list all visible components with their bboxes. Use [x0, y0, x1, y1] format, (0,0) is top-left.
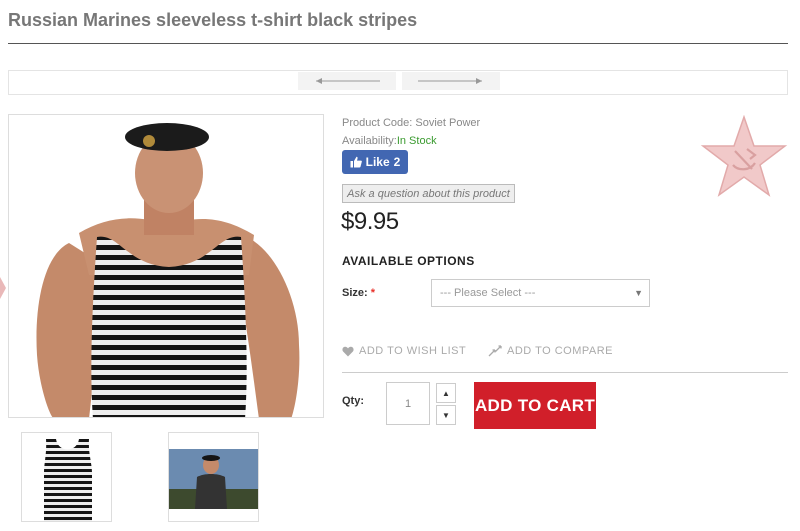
quantity-input[interactable]: [386, 382, 430, 425]
qty-decrease-button[interactable]: ▼: [436, 405, 456, 425]
title-divider: [8, 43, 788, 44]
tank-top-image: [44, 439, 92, 521]
thumbnail-tank-top[interactable]: [21, 432, 112, 522]
like-count: 2: [393, 155, 401, 169]
thumbnail-photo[interactable]: [168, 432, 259, 522]
qty-label: Qty:: [342, 395, 364, 407]
arrow-left-icon: [316, 78, 380, 84]
compare-label: ADD TO COMPARE: [507, 345, 614, 357]
soldier-photo-image: [169, 449, 258, 509]
options-heading: AVAILABLE OPTIONS: [342, 254, 475, 268]
actions-divider: [342, 372, 788, 373]
image-pager-bar: [8, 70, 788, 95]
product-photo: [9, 115, 323, 417]
availability: Availability:In Stock: [342, 135, 437, 147]
ask-question-button[interactable]: Ask a question about this product: [342, 184, 515, 203]
add-to-cart-button[interactable]: ADD TO CART: [474, 382, 596, 429]
heart-icon: [342, 346, 354, 356]
add-to-compare-link[interactable]: ADD TO COMPARE: [488, 345, 613, 357]
page-title: Russian Marines sleeveless t-shirt black…: [8, 10, 418, 30]
product-price: $9.95: [341, 208, 399, 235]
pager-next-button[interactable]: [402, 72, 500, 90]
size-select-value: --- Please Select ---: [440, 287, 536, 299]
wishlist-label: ADD TO WISH LIST: [359, 345, 467, 357]
product-code: Product Code: Soviet Power: [342, 117, 480, 129]
availability-value: In Stock: [396, 135, 437, 147]
qty-increase-button[interactable]: ▲: [436, 383, 456, 403]
caret-down-icon: ▼: [442, 410, 450, 420]
size-label-text: Size:: [342, 287, 368, 299]
caret-down-icon: ▼: [634, 288, 643, 298]
facebook-like-button[interactable]: Like 2: [342, 150, 408, 174]
add-to-wishlist-link[interactable]: ADD TO WISH LIST: [342, 345, 466, 357]
product-code-label: Product Code:: [342, 117, 413, 129]
pager-prev-button[interactable]: [298, 72, 396, 90]
product-code-value: Soviet Power: [415, 117, 481, 129]
like-label: Like: [365, 155, 390, 169]
main-product-image[interactable]: [8, 114, 324, 418]
thumbs-up-icon: [350, 156, 362, 168]
caret-up-icon: ▲: [442, 388, 450, 398]
compare-arrows-icon: [488, 345, 502, 357]
soviet-star-icon: [700, 114, 788, 199]
arrow-right-icon: [418, 78, 482, 84]
availability-label: Availability:: [342, 135, 397, 147]
size-select[interactable]: --- Please Select --- ▼: [431, 279, 650, 307]
size-label: Size: *: [342, 287, 375, 299]
required-mark: *: [370, 287, 376, 299]
edge-decoration: [0, 275, 6, 301]
